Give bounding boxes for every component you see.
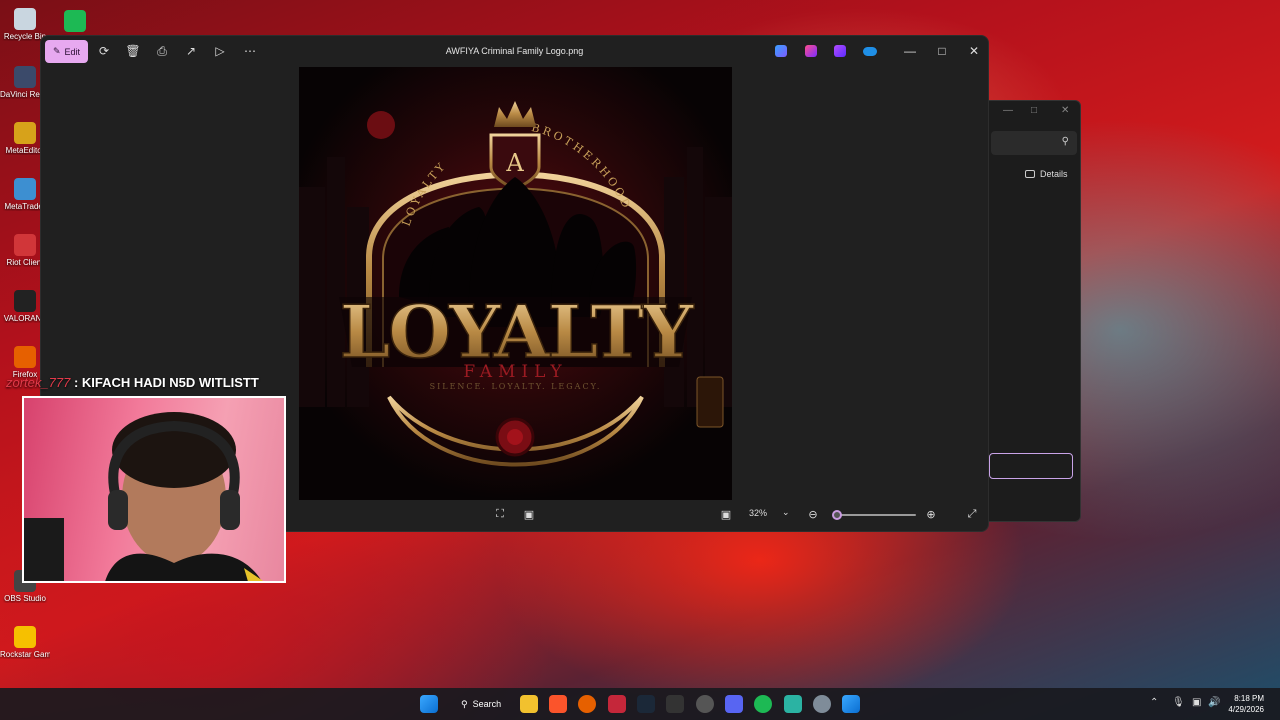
fullscreen-icon[interactable]: ⤢ xyxy=(965,508,979,521)
zoom-in-icon[interactable]: ⊕ xyxy=(924,508,938,521)
metaeditor-icon xyxy=(14,122,36,144)
maximize-icon[interactable]: □ xyxy=(1031,105,1037,116)
spotify-icon[interactable] xyxy=(754,695,772,713)
details-label: Details xyxy=(1040,169,1068,179)
close-icon[interactable]: ✕ xyxy=(1061,105,1069,116)
search-input[interactable]: ⚲ xyxy=(991,131,1077,155)
file-explorer-icon[interactable] xyxy=(520,695,538,713)
edit-icon: ✎ xyxy=(52,46,61,56)
network-icon[interactable]: ▣ xyxy=(1192,697,1201,708)
taskbar: ⚲ Search ⌃ 🎙 ▣ 🔊 8:18 PM 4/29/2026 xyxy=(0,688,1280,720)
zoom-out-icon[interactable]: ⊖ xyxy=(806,508,820,521)
riot-icon xyxy=(14,234,36,256)
details-pane-icon xyxy=(1025,170,1035,178)
rose-center xyxy=(507,429,523,445)
desktop-icon-label: Rockstar Games ... xyxy=(0,650,50,659)
onedrive-icon[interactable] xyxy=(863,47,877,56)
share-icon[interactable]: ↗ xyxy=(183,44,199,58)
edit-label: Edit xyxy=(64,46,81,57)
title-bar: ✎ Edit ⟳ 🗑 ⎙ ↗ ▷ ⋯ AWFIYA Criminal Famil… xyxy=(41,36,988,68)
print-icon[interactable]: ⎙ xyxy=(154,44,170,58)
chat-message: zortek_777 : KIFACH HADI N5D WITLISTT xyxy=(6,375,259,390)
maximize-icon[interactable]: □ xyxy=(934,44,950,58)
search-icon: ⚲ xyxy=(461,698,468,709)
chat-text: : KIFACH HADI N5D WITLISTT xyxy=(70,375,259,390)
rotate-icon[interactable]: ⟳ xyxy=(96,44,112,58)
crest-letter: A xyxy=(505,149,524,177)
delete-icon[interactable]: 🗑 xyxy=(125,44,141,58)
selected-field[interactable] xyxy=(989,453,1073,479)
app-icon[interactable] xyxy=(784,695,802,713)
details-button[interactable]: Details xyxy=(1025,169,1068,179)
obs-icon[interactable] xyxy=(696,695,714,713)
metatrader-icon xyxy=(14,178,36,200)
discord-icon[interactable] xyxy=(725,695,743,713)
webcam-overlay xyxy=(22,396,286,583)
zoom-slider[interactable] xyxy=(832,510,916,520)
app-a-icon[interactable] xyxy=(608,695,626,713)
taskbar-search[interactable]: ⚲ Search xyxy=(449,692,511,716)
davinci-icon xyxy=(14,66,36,88)
chevron-down-icon[interactable]: ⌄ xyxy=(782,507,790,518)
crop-view-icon[interactable]: ▣ xyxy=(522,508,536,521)
spotify-icon xyxy=(64,10,86,32)
minimize-icon[interactable]: — xyxy=(902,44,918,58)
chat-username: zortek_777 xyxy=(6,375,71,390)
rockstar-icon xyxy=(14,626,36,648)
system-clock[interactable]: 8:18 PM 4/29/2026 xyxy=(1228,693,1264,715)
microphone-icon[interactable]: 🎙 xyxy=(1172,697,1185,708)
clipchamp-icon[interactable] xyxy=(805,45,817,57)
actual-size-icon[interactable]: ▣ xyxy=(719,508,733,521)
settings-icon[interactable] xyxy=(813,695,831,713)
clock-time: 8:18 PM xyxy=(1234,694,1264,703)
valorant-icon xyxy=(14,290,36,312)
slideshow-icon[interactable]: ▷ xyxy=(212,44,228,58)
recycle-bin-icon xyxy=(14,8,36,30)
zoom-slider-thumb[interactable] xyxy=(832,510,843,520)
logo-sub-word: FAMILY xyxy=(463,362,567,382)
search-icon: ⚲ xyxy=(1061,136,1069,147)
taskbar-search-label: Search xyxy=(472,699,502,709)
fit-to-window-icon[interactable]: ⛶ xyxy=(493,508,507,521)
steam-icon[interactable] xyxy=(637,695,655,713)
desktop-icon[interactable]: Rockstar Games ... xyxy=(0,620,50,659)
logo-tagline: SILENCE. LOYALTY. LEGACY. xyxy=(430,382,602,391)
chevron-up-icon[interactable]: ⌃ xyxy=(1150,697,1158,708)
red-moon xyxy=(367,111,395,139)
windows-start-icon[interactable] xyxy=(420,695,438,713)
whiskey-glass xyxy=(696,376,724,428)
webcam-person xyxy=(24,412,264,581)
close-icon[interactable]: ✕ xyxy=(966,44,982,58)
epic-icon[interactable] xyxy=(666,695,684,713)
photos-app-icon[interactable] xyxy=(842,695,860,713)
edit-button[interactable]: ✎ Edit xyxy=(45,40,88,63)
clock-date: 4/29/2026 xyxy=(1228,705,1264,714)
zoom-level[interactable]: 32% xyxy=(749,508,767,518)
volume-icon[interactable]: 🔊 xyxy=(1208,697,1220,708)
image-canvas[interactable]: LOYALTY BROTHERHOOD A LOYALTY FAMILY SIL… xyxy=(299,67,732,500)
background-explorer-window[interactable]: — □ ✕ ⚲ Details xyxy=(988,100,1081,522)
more-icon[interactable]: ⋯ xyxy=(242,44,258,58)
brave-icon[interactable] xyxy=(549,695,567,713)
designer-icon[interactable] xyxy=(775,45,787,57)
firefox-icon[interactable] xyxy=(578,695,596,713)
desktop-icon-label: OBS Studio xyxy=(4,594,46,603)
firefox-icon xyxy=(14,346,36,368)
paint-icon[interactable] xyxy=(834,45,846,57)
minimize-icon[interactable]: — xyxy=(1003,105,1013,116)
loyalty-family-logo: LOYALTY BROTHERHOOD A LOYALTY FAMILY SIL… xyxy=(299,67,732,500)
